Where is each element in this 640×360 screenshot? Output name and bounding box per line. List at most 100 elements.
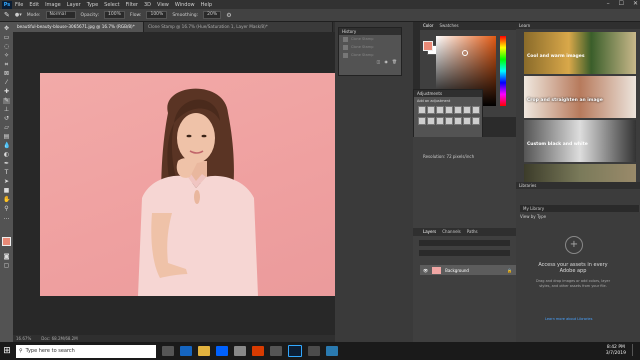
minimize-icon[interactable]: – [607,0,610,7]
snapshot-icon[interactable]: ◫ [377,59,381,64]
learn-more-link[interactable]: Learn more about Libraries [545,317,592,321]
marquee-tool-icon[interactable]: ▭ [3,35,10,41]
eyedropper-tool-icon[interactable]: ⁄ [3,80,10,86]
more-tools-icon[interactable]: … [3,215,10,221]
brush-tool-icon[interactable]: ✎ [4,11,10,19]
mode-select[interactable]: Normal [45,11,76,19]
lasso-tool-icon[interactable]: ◌ [3,44,10,50]
opacity-input[interactable]: 100% [104,11,125,19]
hand-tool-icon[interactable]: ✋ [3,197,10,203]
file-explorer-icon[interactable] [198,346,210,356]
lock-icon[interactable]: 🔒 [507,268,512,273]
menu-select[interactable]: Select [104,2,119,8]
tab-document-2[interactable]: Clone Stamp @ 16.7% (Hue/Saturation 1, L… [144,22,333,32]
dodge-tool-icon[interactable]: ◐ [3,152,10,158]
foreground-color-swatch[interactable] [2,237,11,246]
layer-name[interactable]: Background [445,268,469,273]
screen-mode-icon[interactable]: ▢ [3,263,10,269]
history-brush-tool-icon[interactable]: ↺ [3,116,10,122]
libraries-title[interactable]: Libraries [516,182,640,189]
channel-mixer-icon[interactable] [436,117,444,125]
flow-input[interactable]: 100% [146,11,168,19]
color-picker-cursor[interactable] [462,50,468,56]
edge-icon[interactable] [180,346,192,356]
layer-row-background[interactable]: 👁 Background 🔒 [420,265,516,275]
taskbar-search[interactable]: ⚲ Type here to search [16,344,156,358]
tab-swatches[interactable]: Swatches [439,22,458,30]
eraser-tool-icon[interactable]: ▱ [3,125,10,131]
tab-channels[interactable]: Channels [442,228,461,236]
history-row[interactable]: Clone Stamp [339,35,401,43]
quick-select-tool-icon[interactable]: ✧ [3,53,10,59]
taskbar-clock[interactable]: 8:42 PM 3/7/2019 [606,345,626,357]
history-row[interactable]: Clone Stamp [339,51,401,59]
learn-card[interactable] [524,164,636,182]
threshold-icon[interactable] [472,117,480,125]
color-balance-icon[interactable] [472,106,480,114]
trash-icon[interactable]: 🗑 [392,59,397,64]
brush-tool-icon-active[interactable]: ✎ [3,98,10,104]
close-icon[interactable]: ✕ [633,0,638,7]
brightness-contrast-icon[interactable] [418,106,426,114]
frame-tool-icon[interactable]: ⊠ [3,71,10,77]
smoothing-input[interactable]: 20% [203,11,222,19]
show-desktop-button[interactable] [632,344,639,356]
vibrance-icon[interactable] [454,106,462,114]
clone-stamp-tool-icon[interactable]: ⊥ [3,107,10,113]
tab-paths[interactable]: Paths [467,228,478,236]
zoom-tool-icon[interactable]: ⚲ [3,206,10,212]
tab-document-1[interactable]: beautiful-beauty-blouse-3065671.jpg @ 16… [13,22,144,32]
menu-filter[interactable]: Filter [126,2,138,8]
blur-tool-icon[interactable]: 💧 [3,143,10,149]
app-icon[interactable] [308,346,320,356]
color-panel-foreground-swatch[interactable] [423,41,433,51]
menu-help[interactable]: Help [201,2,212,8]
hue-slider[interactable] [500,36,506,106]
maximize-icon[interactable]: ☐ [619,0,624,7]
black-white-icon[interactable] [418,117,426,125]
task-view-icon[interactable] [162,346,174,356]
tab-color[interactable]: Color [423,22,433,30]
invert-icon[interactable] [454,117,462,125]
adjustments-title[interactable]: Adjustments [414,90,482,97]
layer-filter-bar[interactable] [419,240,510,246]
brush-size-dropdown[interactable]: ●▾ [15,12,22,18]
path-select-tool-icon[interactable]: ➤ [3,179,10,185]
add-asset-icon[interactable]: + [565,236,583,254]
canvas-image[interactable] [40,73,373,296]
tab-layers[interactable]: Layers [423,228,436,236]
exposure-icon[interactable] [445,106,453,114]
menu-view[interactable]: View [157,2,169,8]
windows-start-icon[interactable]: ⊞ [0,342,14,360]
eye-icon[interactable]: 👁 [423,268,428,273]
learn-card[interactable]: Cool and warm images [524,32,636,74]
menu-file[interactable]: File [15,2,23,8]
posterize-icon[interactable] [463,117,471,125]
type-tool-icon[interactable]: T [3,170,10,176]
menu-layer[interactable]: Layer [67,2,81,8]
move-tool-icon[interactable]: ✥ [3,26,10,32]
app-icon[interactable] [270,346,282,356]
photoshop-taskbar-icon[interactable] [288,345,302,357]
history-row[interactable]: Clone Stamp [339,43,401,51]
gear-icon[interactable]: ⚙ [226,12,231,19]
levels-icon[interactable] [427,106,435,114]
history-panel-title[interactable]: History [339,28,401,35]
pen-tool-icon[interactable]: ✒ [3,161,10,167]
learn-title[interactable]: Learn [516,22,640,29]
view-by-type[interactable]: View by Type [520,214,546,219]
photo-filter-icon[interactable] [427,117,435,125]
menu-type[interactable]: Type [87,2,98,8]
menu-window[interactable]: Window [175,2,195,8]
library-select[interactable]: My Library [520,205,639,212]
menu-edit[interactable]: Edit [29,2,39,8]
office-icon[interactable] [252,346,264,356]
quick-mask-icon[interactable]: ◙ [3,254,10,260]
curves-icon[interactable] [436,106,444,114]
app-icon[interactable] [326,346,338,356]
learn-card[interactable]: Custom black and white [524,120,636,162]
healing-brush-tool-icon[interactable]: ✚ [3,89,10,95]
blend-mode-bar[interactable] [419,250,510,256]
rectangle-tool-icon[interactable]: ■ [3,188,10,194]
camera-icon[interactable]: ◉ [384,59,388,64]
